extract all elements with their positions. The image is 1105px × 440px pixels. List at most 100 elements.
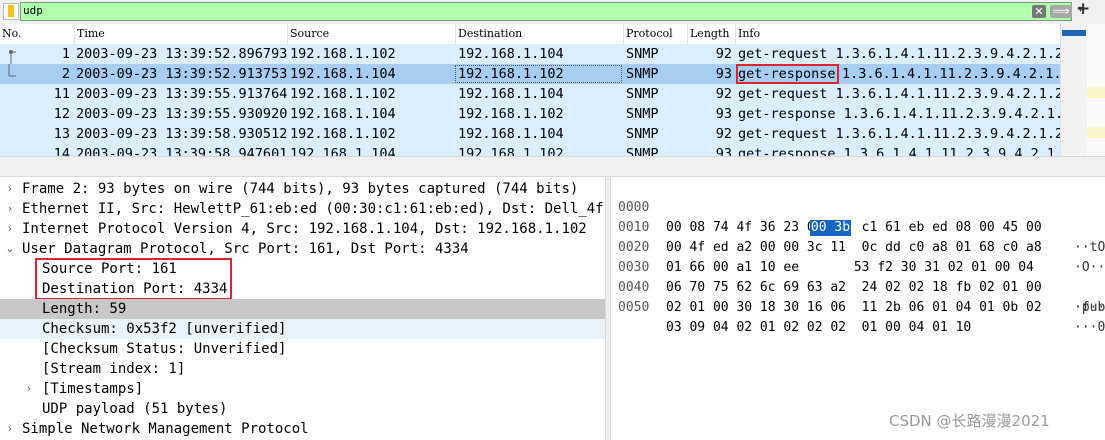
- cell-length: 93: [715, 146, 732, 156]
- cell-protocol: SNMP: [626, 46, 659, 62]
- packet-bytes-pane: 0000 00 08 74 4f 36 23 00 30 c1 61 eb ed…: [611, 177, 1105, 440]
- column-header-info[interactable]: Info: [735, 24, 1060, 44]
- cell-time: 2003-09-23 13:39:58.947601: [76, 146, 288, 156]
- tree-item-snmp[interactable]: › Simple Network Management Protocol: [0, 419, 605, 439]
- packet-list-scrollbar[interactable]: [1060, 24, 1087, 156]
- cell-length: 93: [715, 106, 732, 122]
- cell-length: 92: [715, 46, 732, 62]
- tree-item-label: Ethernet II, Src: HewlettP_61:eb:ed (00:…: [22, 201, 605, 217]
- tree-item-udp-payload[interactable]: UDP payload (51 bytes): [0, 399, 605, 419]
- tree-item-frame[interactable]: › Frame 2: 93 bytes on wire (744 bits), …: [0, 179, 605, 199]
- cell-source: 192.168.1.104: [290, 66, 396, 82]
- scrollbar-thumb[interactable]: [1062, 30, 1086, 36]
- cell-destination: 192.168.1.104: [458, 126, 564, 142]
- tree-item-label: [Stream index: 1]: [42, 361, 186, 377]
- packet-list-header: No. Time Source Destination Protocol Len…: [0, 24, 1060, 45]
- packet-row-selected[interactable]: 2 2003-09-23 13:39:52.913753 192.168.1.1…: [0, 64, 1070, 84]
- pane-splitter-horizontal[interactable]: [0, 156, 1105, 177]
- cell-no: 2: [61, 66, 70, 82]
- cell-destination: 192.168.1.102: [458, 66, 564, 82]
- expand-arrow-icon[interactable]: ›: [4, 199, 16, 219]
- bookmark-icon[interactable]: [3, 3, 19, 20]
- tree-item-label: Internet Protocol Version 4, Src: 192.16…: [22, 221, 587, 237]
- cell-time: 2003-09-23 13:39:58.930512: [76, 126, 288, 142]
- collapse-arrow-icon[interactable]: ⌄: [4, 239, 16, 259]
- clear-filter-icon[interactable]: ✕: [1032, 5, 1046, 18]
- hex-ascii: ·pub: [1074, 300, 1105, 315]
- column-header-no[interactable]: No.: [0, 24, 74, 44]
- expand-arrow-icon[interactable]: ›: [4, 179, 16, 199]
- tree-item-label: Frame 2: 93 bytes on wire (744 bits), 93…: [22, 181, 579, 197]
- cell-destination: 192.168.1.102: [458, 146, 564, 156]
- cell-time: 2003-09-23 13:39:52.913753: [76, 66, 288, 82]
- cell-time: 2003-09-23 13:39:52.896793: [76, 46, 288, 62]
- tree-item-udp[interactable]: ⌄ User Datagram Protocol, Src Port: 161,…: [0, 239, 605, 259]
- hex-row[interactable]: 0050 03 09 04 02 01 02 02 02 01 00 04 01…: [611, 278, 1105, 335]
- cell-length: 93: [715, 66, 732, 82]
- cell-no: 14: [53, 146, 70, 156]
- column-header-time[interactable]: Time: [74, 24, 287, 44]
- minimap-mark: [1087, 87, 1105, 98]
- hex-row[interactable]: 0010 00 4f ed a2 00 00 3c 11 0c dd c0 a8…: [611, 198, 1105, 275]
- tree-item-stream-index[interactable]: [Stream index: 1]: [0, 359, 605, 379]
- cell-time: 2003-09-23 13:39:55.913764: [76, 86, 288, 102]
- cell-source: 192.168.1.102: [290, 86, 396, 102]
- hex-bytes-highlighted: 00 3b: [810, 220, 851, 236]
- packet-details-tree: › Frame 2: 93 bytes on wire (744 bits), …: [0, 177, 605, 440]
- hex-row[interactable]: 0020 01 66 00 a1 10 ee 53 f2 30 31 02 01…: [611, 218, 1105, 315]
- tree-item-length-selected[interactable]: Length: 59: [0, 299, 605, 319]
- cell-length: 92: [715, 86, 732, 102]
- hex-row[interactable]: 0040 02 01 00 30 18 30 16 06 11 2b 06 01…: [611, 258, 1105, 335]
- watermark: CSDN @长路漫漫2021: [889, 412, 1050, 430]
- minimap-mark: [1087, 127, 1105, 138]
- cell-source: 192.168.1.104: [290, 146, 396, 156]
- cell-source: 192.168.1.102: [290, 46, 396, 62]
- cell-info-oid: 1.3.6.1.4.1.11.2.3.9.4.2.1.2: [842, 66, 1070, 82]
- hex-offset: 0050: [618, 300, 650, 315]
- packet-list: No. Time Source Destination Protocol Len…: [0, 24, 1105, 156]
- tree-item-timestamps[interactable]: › [Timestamps]: [0, 379, 605, 399]
- hex-row[interactable]: 0000 00 08 74 4f 36 23 00 30 c1 61 eb ed…: [611, 178, 1105, 255]
- packet-row[interactable]: 14 2003-09-23 13:39:58.947601 192.168.1.…: [0, 144, 1071, 156]
- packet-row[interactable]: 13 2003-09-23 13:39:58.930512 192.168.1.…: [0, 124, 1064, 144]
- column-header-destination[interactable]: Destination: [455, 24, 623, 44]
- tree-item-label: UDP payload (51 bytes): [42, 401, 228, 417]
- annotation-box-ports: [35, 258, 232, 300]
- tree-item-label: User Datagram Protocol, Src Port: 161, D…: [22, 241, 469, 257]
- cell-source: 192.168.1.104: [290, 106, 396, 122]
- cell-info: get-response 1.3.6.1.4.1.11.2.3.9.4.2.1.…: [738, 106, 1072, 122]
- cell-length: 92: [715, 126, 732, 142]
- expand-arrow-icon[interactable]: ›: [23, 379, 35, 399]
- filter-text: udp: [23, 4, 43, 17]
- packet-row[interactable]: 1 2003-09-23 13:39:52.896793 192.168.1.1…: [0, 44, 1063, 64]
- expand-arrow-icon[interactable]: ›: [4, 419, 16, 439]
- tree-item-checksum-status[interactable]: [Checksum Status: Unverified]: [0, 339, 605, 359]
- cell-destination: 192.168.1.102: [458, 106, 564, 122]
- apply-filter-icon[interactable]: ⟹: [1050, 5, 1072, 18]
- hex-bytes: 02 01 00 30 18 30 16 06 11 2b 06 01 04 0…: [666, 300, 1042, 315]
- column-header-length[interactable]: Length: [687, 24, 735, 44]
- packet-minimap[interactable]: [1087, 24, 1105, 156]
- cell-time: 2003-09-23 13:39:55.930920: [76, 106, 288, 122]
- tree-item-label: [Checksum Status: Unverified]: [42, 341, 287, 357]
- cell-info: get-request 1.3.6.1.4.1.11.2.3.9.4.2.1.2: [738, 86, 1064, 102]
- cell-protocol: SNMP: [626, 146, 659, 156]
- display-filter-toolbar: udp ✕ ⟹ ▾ +: [0, 0, 1105, 24]
- packet-row[interactable]: 12 2003-09-23 13:39:55.930920 192.168.1.…: [0, 104, 1071, 124]
- hex-ascii: ···0: [1074, 320, 1105, 335]
- tree-item-ethernet[interactable]: › Ethernet II, Src: HewlettP_61:eb:ed (0…: [0, 199, 605, 219]
- expand-arrow-icon[interactable]: ›: [4, 219, 16, 239]
- add-filter-icon[interactable]: +: [1076, 0, 1090, 19]
- tree-item-label: Simple Network Management Protocol: [22, 421, 309, 437]
- tree-item-label: [Timestamps]: [42, 381, 144, 397]
- packet-row[interactable]: 11 2003-09-23 13:39:55.913764 192.168.1.…: [0, 84, 1064, 104]
- cell-no: 13: [53, 126, 70, 142]
- hex-row[interactable]: 0030 06 70 75 62 6c 69 63 a2 24 02 02 18…: [611, 238, 1105, 315]
- display-filter-input[interactable]: udp ✕ ⟹ ▾: [20, 2, 1083, 21]
- cell-no: 11: [53, 86, 70, 102]
- cell-info: get-request 1.3.6.1.4.1.11.2.3.9.4.2.1.2: [738, 126, 1064, 142]
- tree-item-ip[interactable]: › Internet Protocol Version 4, Src: 192.…: [0, 219, 605, 239]
- tree-item-checksum[interactable]: Checksum: 0x53f2 [unverified]: [0, 319, 605, 339]
- column-header-source[interactable]: Source: [287, 24, 455, 44]
- column-header-protocol[interactable]: Protocol: [623, 24, 687, 44]
